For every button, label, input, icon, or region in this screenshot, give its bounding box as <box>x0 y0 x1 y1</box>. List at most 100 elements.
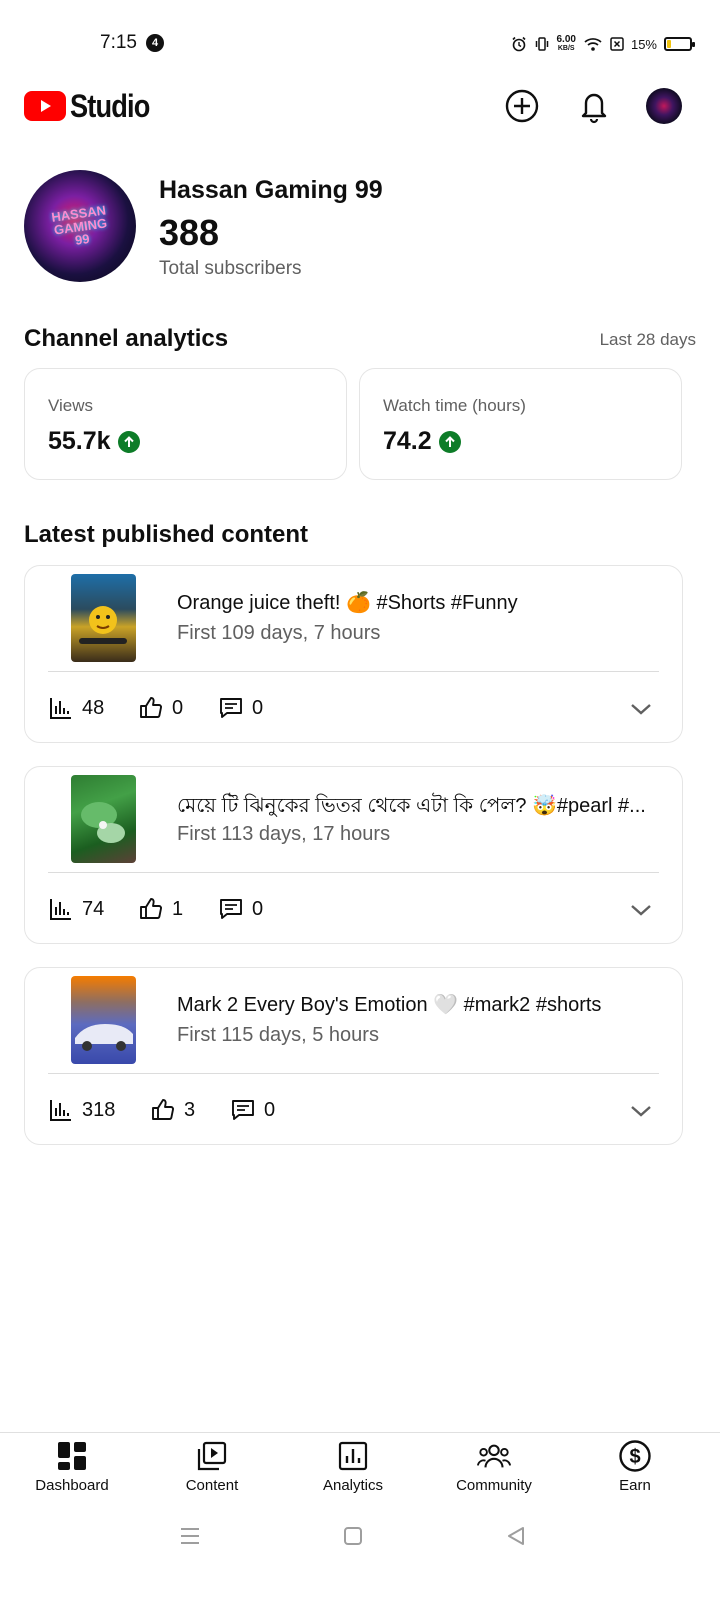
watch-time-value: 74.2 <box>383 427 432 455</box>
video-age: First 109 days, 7 hours <box>177 622 381 644</box>
comments-stat: 0 <box>218 893 263 925</box>
nav-earn[interactable]: $ Earn <box>570 1439 700 1494</box>
bar-chart-icon <box>50 899 71 920</box>
chevron-down-icon[interactable] <box>628 1098 654 1124</box>
analytics-period: Last 28 days <box>599 330 696 349</box>
like-icon <box>152 1099 174 1120</box>
likes-count: 0 <box>172 696 184 719</box>
subscriber-label: Total subscribers <box>159 258 302 279</box>
recents-icon[interactable] <box>176 1522 204 1550</box>
content-icon <box>195 1439 229 1473</box>
logo-text: Studio <box>70 87 150 124</box>
views-stat: 74 <box>48 893 104 925</box>
channel-summary: HASSAN GAMING 99 Hassan Gaming 99 388 Tota… <box>24 170 696 282</box>
latest-content-title: Latest published content <box>24 521 309 548</box>
watch-time-label: Watch time (hours) <box>383 396 526 415</box>
app-header: Studio <box>0 84 720 128</box>
studio-logo[interactable]: Studio <box>24 84 164 128</box>
like-icon <box>140 898 162 919</box>
nav-community-label: Community <box>456 1477 532 1494</box>
likes-stat: 1 <box>138 893 183 925</box>
video-age: First 115 days, 5 hours <box>177 1024 379 1046</box>
video-title: Mark 2 Every Boy's Emotion 🤍 #mark2 #sho… <box>177 994 602 1016</box>
bar-chart-icon <box>50 698 71 719</box>
network-speed: 6.00 KB/S <box>557 35 576 53</box>
divider <box>48 872 659 873</box>
system-navigation <box>0 1512 720 1560</box>
nav-dashboard-label: Dashboard <box>35 1477 109 1494</box>
home-icon[interactable] <box>339 1522 367 1550</box>
nav-dashboard[interactable]: Dashboard <box>7 1439 137 1494</box>
subscriber-count: 388 <box>159 212 220 253</box>
nav-content-label: Content <box>185 1477 239 1494</box>
comments-count: 0 <box>264 1098 276 1121</box>
watch-time-metric: 74.2 <box>383 427 461 456</box>
nav-earn-label: Earn <box>619 1477 651 1494</box>
net-speed-value: 6.00 <box>556 34 576 45</box>
trend-up-icon <box>438 430 461 453</box>
video-thumbnail[interactable] <box>71 976 136 1064</box>
channel-avatar-art: HASSAN GAMING 99 <box>49 201 108 248</box>
content-card[interactable]: মেয়ে টি ঝিনুকের ভিতর থেকে এটা কি পেল? 🤯… <box>24 766 683 944</box>
dashboard-icon <box>55 1439 89 1473</box>
community-icon <box>477 1439 511 1473</box>
no-sim-icon <box>610 37 624 51</box>
chevron-down-icon[interactable] <box>628 696 654 722</box>
likes-count: 3 <box>184 1098 196 1121</box>
content-card[interactable]: Mark 2 Every Boy's Emotion 🤍 #mark2 #sho… <box>24 967 683 1145</box>
video-age: First 113 days, 17 hours <box>177 823 391 845</box>
views-count: 74 <box>82 897 105 920</box>
nav-community[interactable]: Community <box>429 1439 559 1494</box>
like-icon <box>140 697 162 718</box>
account-avatar[interactable] <box>646 88 682 124</box>
views-count: 318 <box>82 1098 116 1121</box>
video-thumbnail[interactable] <box>71 574 136 662</box>
divider <box>48 1073 659 1074</box>
back-icon[interactable] <box>502 1522 530 1550</box>
channel-name: Hassan Gaming 99 <box>159 176 383 204</box>
create-icon[interactable] <box>502 86 542 126</box>
nav-analytics-label: Analytics <box>322 1477 384 1494</box>
comments-count: 0 <box>252 897 264 920</box>
wifi-icon <box>584 38 602 51</box>
divider <box>48 671 659 672</box>
comment-icon <box>220 698 242 718</box>
nav-analytics[interactable]: Analytics <box>288 1439 418 1494</box>
youtube-play-icon <box>24 91 66 121</box>
comments-count: 0 <box>252 696 264 719</box>
comment-icon <box>232 1100 254 1120</box>
video-title: মেয়ে টি ঝিনুকের ভিতর থেকে এটা কি পেল? 🤯… <box>177 795 646 817</box>
trend-up-icon <box>117 430 140 453</box>
views-card[interactable]: Views 55.7k <box>24 368 347 480</box>
svg-text:$: $ <box>629 1446 640 1468</box>
video-title: Orange juice theft! 🍊 #Shorts #Funny <box>177 592 518 614</box>
vibrate-icon <box>535 37 548 51</box>
chevron-down-icon[interactable] <box>628 897 654 923</box>
bottom-nav: Dashboard Content Analytics Community $ … <box>0 1432 720 1508</box>
likes-stat: 0 <box>138 692 183 724</box>
status-indicators: 6.00 KB/S 15% <box>511 30 695 58</box>
views-label: Views <box>48 396 94 415</box>
analytics-icon <box>336 1439 370 1473</box>
analytics-title: Channel analytics <box>24 325 229 352</box>
notification-count-badge: 4 <box>146 34 164 52</box>
battery-percent: 15% <box>630 36 657 52</box>
alarm-icon <box>511 36 526 52</box>
nav-content[interactable]: Content <box>147 1439 277 1494</box>
watch-time-card[interactable]: Watch time (hours) 74.2 <box>359 368 682 480</box>
video-thumbnail[interactable] <box>71 775 136 863</box>
channel-avatar[interactable]: HASSAN GAMING 99 <box>24 170 136 282</box>
content-card[interactable]: Orange juice theft! 🍊 #Shorts #Funny Fir… <box>24 565 683 743</box>
net-speed-unit: KB/S <box>557 45 575 52</box>
comments-stat: 0 <box>218 692 263 724</box>
notifications-icon[interactable] <box>574 86 614 126</box>
views-value: 55.7k <box>48 427 111 455</box>
battery-icon <box>664 37 695 51</box>
bar-chart-icon <box>50 1100 71 1121</box>
likes-stat: 3 <box>150 1094 195 1126</box>
views-count: 48 <box>82 696 105 719</box>
views-stat: 318 <box>48 1094 115 1126</box>
dollar-icon: $ <box>618 1439 652 1473</box>
status-time: 7:15 <box>100 32 137 53</box>
comments-stat: 0 <box>230 1094 275 1126</box>
